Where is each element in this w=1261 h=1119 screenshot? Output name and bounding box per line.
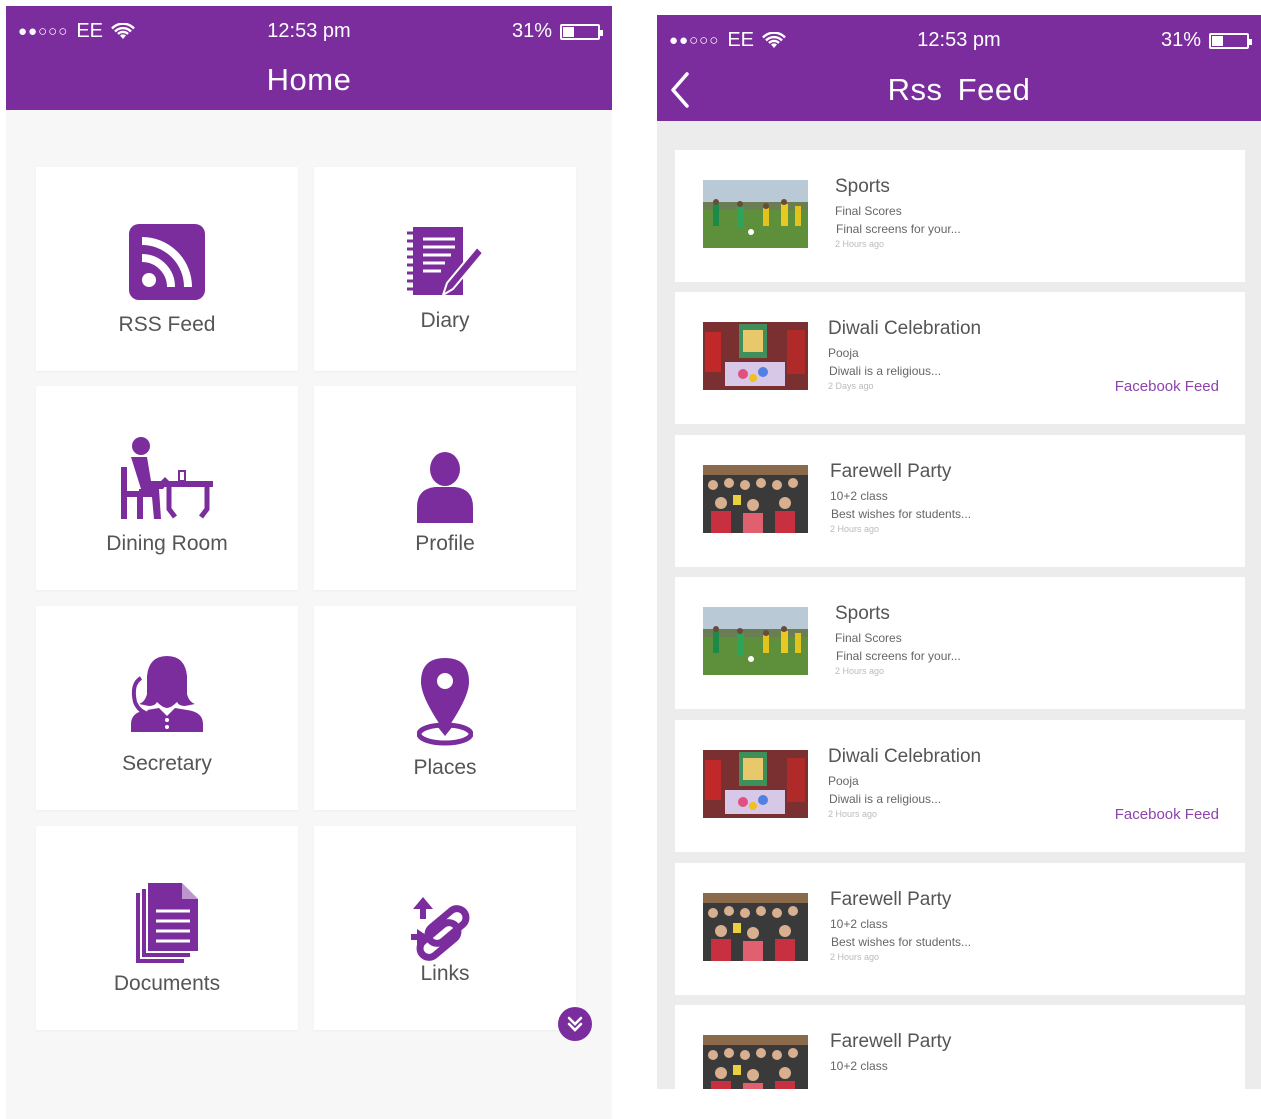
feed-thumbnail bbox=[703, 750, 808, 818]
tile-dining-room[interactable]: Dining Room bbox=[36, 386, 298, 590]
feed-thumbnail bbox=[703, 322, 808, 390]
rss-feed-screen: ●●○○○ EE 12:53 pm 31% Rss Feed Sports Fin… bbox=[657, 15, 1261, 1089]
feed-item-description: Diwali is a religious... bbox=[829, 364, 942, 378]
status-bar: ●●○○○ EE 12:53 pm 31% bbox=[657, 29, 1261, 55]
tile-label: Dining Room bbox=[106, 532, 228, 555]
feed-item-timestamp: 2 Days ago bbox=[828, 381, 874, 391]
feed-item-timestamp: 2 Hours ago bbox=[830, 524, 880, 534]
feed-item-title: Farewell Party bbox=[830, 461, 952, 482]
status-bar: ●●○○○ EE 12:53 pm 31% bbox=[6, 20, 612, 46]
feed-item-title: Diwali Celebration bbox=[828, 746, 982, 767]
feed-item-subtitle: Pooja bbox=[828, 774, 859, 788]
rss-icon bbox=[129, 224, 205, 300]
feed-item-subtitle: 10+2 class bbox=[830, 489, 888, 503]
feed-thumbnail bbox=[703, 180, 808, 248]
profile-icon bbox=[417, 452, 473, 523]
feed-thumbnail bbox=[703, 465, 808, 533]
feed-item-subtitle: Pooja bbox=[828, 346, 859, 360]
feed-item-timestamp: 2 Hours ago bbox=[830, 952, 880, 962]
battery-icon bbox=[1209, 32, 1252, 49]
feed-item-subtitle: Final Scores bbox=[835, 204, 902, 218]
facebook-feed-link[interactable]: Facebook Feed bbox=[1115, 378, 1219, 395]
rss-feed-item[interactable]: Farewell Party 10+2 class bbox=[675, 1005, 1245, 1089]
tile-label: Places bbox=[413, 756, 477, 779]
battery-icon bbox=[560, 23, 603, 40]
battery-percent: 31% bbox=[1160, 29, 1201, 51]
rss-feed-item[interactable]: Sports Final Scores Final screens for your… bbox=[675, 577, 1245, 709]
page-title: Home bbox=[266, 62, 352, 97]
rss-header: ●●○○○ EE 12:53 pm 31% Rss Feed bbox=[657, 15, 1261, 121]
tile-profile[interactable]: Profile bbox=[314, 386, 576, 590]
tile-label: Profile bbox=[415, 532, 475, 555]
tile-places[interactable]: Places bbox=[314, 606, 576, 810]
feed-item-title: Farewell Party bbox=[830, 1031, 952, 1052]
tile-label: Links bbox=[420, 962, 470, 985]
feed-thumbnail bbox=[703, 1035, 808, 1089]
tile-label: Documents bbox=[113, 972, 221, 995]
diary-icon bbox=[407, 227, 483, 298]
tile-label: Diary bbox=[420, 309, 470, 332]
feed-item-description: Final screens for your... bbox=[836, 222, 961, 236]
rss-feed-item[interactable]: Sports Final Scores Final screens for your… bbox=[675, 150, 1245, 282]
feed-thumbnail bbox=[703, 607, 808, 675]
battery-percent: 31% bbox=[511, 20, 552, 42]
links-icon bbox=[411, 897, 470, 961]
feed-item-description: Best wishes for students... bbox=[831, 507, 972, 521]
feed-item-title: Sports bbox=[835, 603, 890, 624]
scroll-down-button[interactable] bbox=[558, 1007, 592, 1041]
chevron-double-down-icon bbox=[567, 1016, 583, 1032]
rss-feed-item[interactable]: Farewell Party 10+2 class Best wishes for … bbox=[675, 863, 1245, 995]
feed-item-description: Final screens for your... bbox=[836, 649, 961, 663]
tile-label: RSS Feed bbox=[118, 313, 216, 336]
tile-diary[interactable]: Diary bbox=[314, 167, 576, 371]
feed-thumbnail bbox=[703, 893, 808, 961]
tile-links[interactable]: Links bbox=[314, 826, 576, 1030]
documents-icon bbox=[136, 883, 198, 963]
feed-item-timestamp: 2 Hours ago bbox=[835, 666, 885, 676]
home-screen: ●●○○○ EE 12:53 pm 31% Home RSS Feed Diar… bbox=[6, 6, 612, 1119]
battery-level-fill bbox=[1212, 35, 1223, 46]
facebook-feed-link[interactable]: Facebook Feed bbox=[1115, 806, 1219, 823]
rss-feed-item[interactable]: Farewell Party 10+2 class Best wishes for … bbox=[675, 435, 1245, 567]
tile-label: Secretary bbox=[122, 752, 212, 775]
feed-item-description: Diwali is a religious... bbox=[829, 792, 942, 806]
rss-feed-item[interactable]: Diwali Celebration Pooja Diwali is a relig… bbox=[675, 292, 1245, 424]
secretary-icon bbox=[131, 656, 203, 732]
feed-item-subtitle: Final Scores bbox=[835, 631, 902, 645]
feed-item-timestamp: 2 Hours ago bbox=[835, 239, 885, 249]
dining-room-icon bbox=[121, 437, 213, 519]
tile-secretary[interactable]: Secretary bbox=[36, 606, 298, 810]
feed-item-subtitle: 10+2 class bbox=[830, 1059, 888, 1073]
rss-feed-item[interactable]: Diwali Celebration Pooja Diwali is a relig… bbox=[675, 720, 1245, 852]
feed-item-title: Diwali Celebration bbox=[828, 318, 982, 339]
feed-item-title: Sports bbox=[835, 176, 890, 197]
feed-item-description: Best wishes for students... bbox=[831, 935, 972, 949]
home-header: ●●○○○ EE 12:53 pm 31% Home bbox=[6, 6, 612, 110]
tile-rss-feed[interactable]: RSS Feed bbox=[36, 167, 298, 371]
feed-item-subtitle: 10+2 class bbox=[830, 917, 888, 931]
page-title: Rss Feed bbox=[887, 72, 1031, 107]
tile-documents[interactable]: Documents bbox=[36, 826, 298, 1030]
feed-item-title: Farewell Party bbox=[830, 889, 952, 910]
map-pin-icon bbox=[417, 658, 473, 746]
feed-item-timestamp: 2 Hours ago bbox=[828, 809, 878, 819]
battery-level-fill bbox=[563, 26, 574, 37]
